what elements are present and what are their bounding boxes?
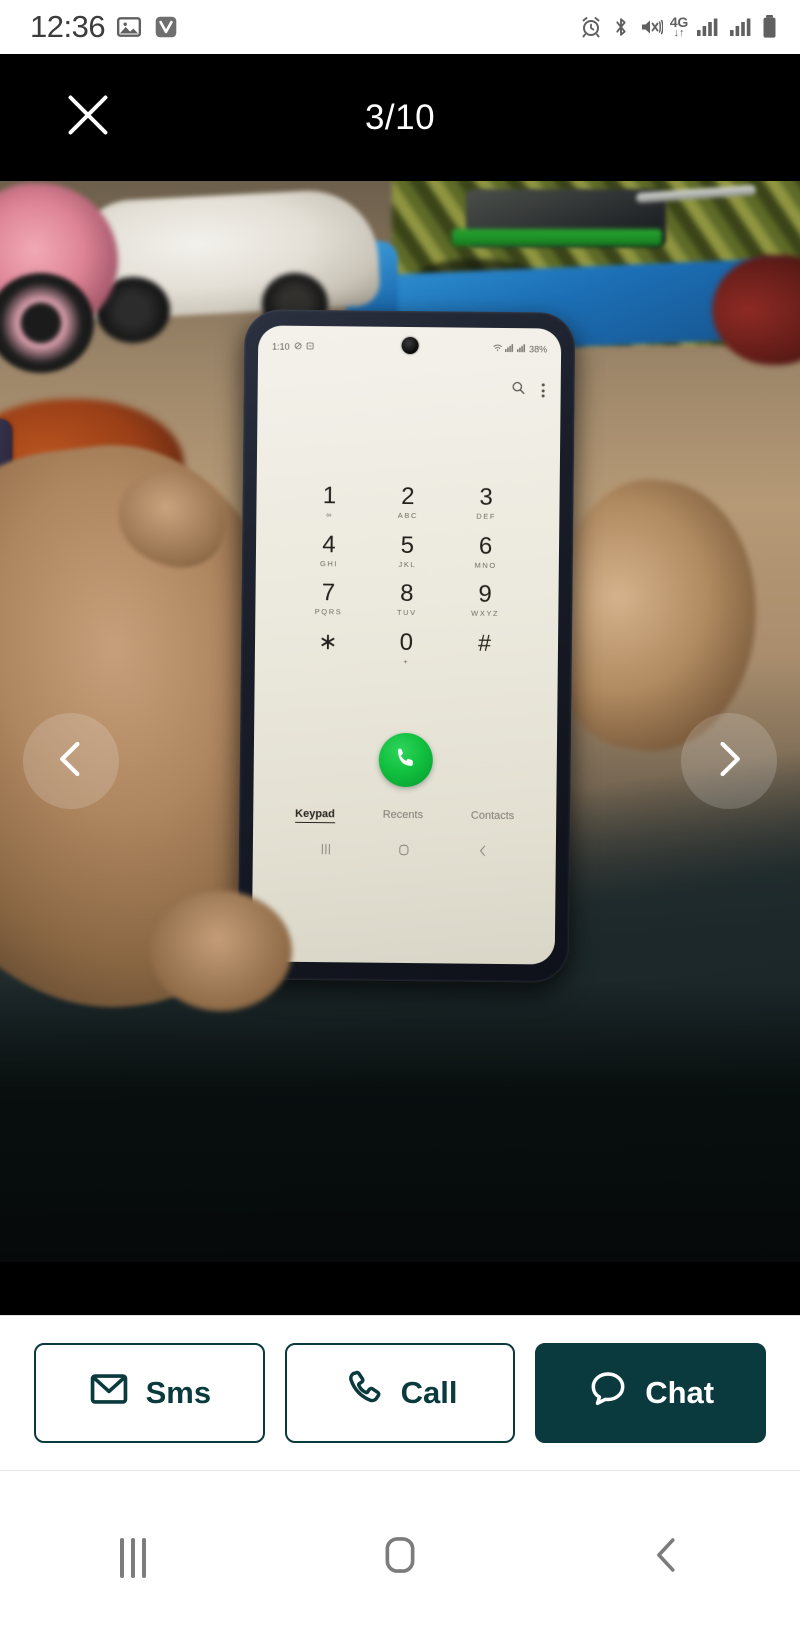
dial-key-4[interactable]: 4 GHI [290, 531, 369, 568]
mute-icon [294, 342, 302, 352]
dial-key-hash[interactable]: # [445, 629, 524, 666]
chevron-left-icon [49, 737, 93, 786]
signal-bars-sim2-icon [728, 15, 754, 39]
image-icon [116, 14, 142, 40]
status-bar-left: 12:36 [30, 9, 179, 45]
dialer-tabs[interactable]: Keypad Recents Contacts [253, 807, 556, 825]
system-recents-button[interactable] [68, 1503, 198, 1613]
dialer-call-button[interactable] [378, 732, 433, 788]
app-root: 12:36 4G ↓↑ 3/10 1:10 38% 1 ∞ 2 ABC 3 DE… [0, 0, 800, 1644]
battery-icon [761, 14, 778, 40]
phone-status-right: 38% [493, 344, 548, 355]
phone-system-nav [253, 841, 556, 861]
search-icon[interactable] [511, 380, 526, 400]
previous-image-button[interactable] [23, 713, 119, 809]
phone-status-bar: 1:10 38% [258, 335, 561, 360]
phone-clock: 1:10 [272, 341, 290, 352]
system-navigation-bar [0, 1470, 800, 1644]
status-bar-right: 4G ↓↑ [579, 14, 778, 40]
dial-key-3[interactable]: 3 DEF [447, 484, 526, 521]
phone-handset-icon [343, 1368, 385, 1418]
listing-photo: 1:10 38% 1 ∞ 2 ABC 3 DEF 4 GHI 5 JKL 6 M… [0, 181, 800, 1262]
dial-key-6[interactable]: 6 MNO [446, 532, 525, 569]
sms-button-label: Sms [145, 1375, 212, 1410]
close-button[interactable] [54, 84, 122, 152]
back-icon [644, 1532, 690, 1583]
speech-bubble-icon [587, 1368, 629, 1418]
overflow-menu-icon[interactable] [541, 383, 545, 398]
phone-status-left: 1:10 [272, 342, 314, 352]
dial-key-0[interactable]: 0 + [367, 628, 446, 665]
phone-battery-percent: 38% [529, 344, 548, 355]
photographed-phone: 1:10 38% 1 ∞ 2 ABC 3 DEF 4 GHI 5 JKL 6 M… [237, 309, 576, 983]
dialer-tab-contacts[interactable]: Contacts [471, 810, 515, 825]
bluetooth-icon [610, 15, 632, 39]
sms-button[interactable]: Sms [34, 1343, 265, 1443]
signal-icon [517, 344, 526, 354]
call-button[interactable]: Call [284, 1343, 516, 1443]
hand-finger-lower [150, 891, 292, 1011]
dial-key-9[interactable]: 9 WXYZ [446, 581, 525, 618]
dialer-tab-recents[interactable]: Recents [383, 809, 423, 824]
dial-key-7[interactable]: 7 PQRS [289, 579, 368, 616]
dial-key-1[interactable]: 1 ∞ [290, 482, 369, 519]
v-app-icon [153, 14, 179, 40]
toy-car-window [140, 203, 260, 243]
envelope-icon [88, 1368, 130, 1418]
dialpad[interactable]: 1 ∞ 2 ABC 3 DEF 4 GHI 5 JKL 6 MNO 7 PQRS 8 TUV 9… [255, 482, 560, 666]
next-image-button[interactable] [681, 713, 777, 809]
screenshot-icon [306, 342, 314, 352]
signal-icon [505, 344, 514, 354]
vibrate-mute-icon [639, 15, 663, 39]
system-home-button[interactable] [335, 1503, 465, 1613]
recents-icon [120, 1537, 147, 1578]
dial-key-5[interactable]: 5 JKL [368, 531, 447, 568]
call-icon [392, 744, 418, 775]
call-button-label: Call [400, 1375, 458, 1410]
green-strip-object [452, 229, 662, 246]
chevron-right-icon [707, 737, 751, 786]
wifi-icon [493, 344, 502, 354]
signal-bars-sim1-icon [695, 15, 721, 39]
system-back-button[interactable] [602, 1503, 732, 1613]
phone-screen: 1:10 38% 1 ∞ 2 ABC 3 DEF 4 GHI 5 JKL 6 M… [251, 325, 562, 965]
close-icon [60, 87, 116, 148]
chat-button[interactable]: Chat [535, 1343, 767, 1443]
dial-key-2[interactable]: 2 ABC [369, 483, 448, 520]
gallery-header: 3/10 [0, 54, 800, 181]
back-icon[interactable] [476, 844, 490, 861]
recents-icon[interactable] [319, 842, 333, 859]
os-status-bar: 12:36 4G ↓↑ [0, 0, 800, 54]
status-clock: 12:36 [30, 9, 106, 44]
dialer-tab-keypad[interactable]: Keypad [295, 807, 335, 824]
mobile-data-icon: 4G ↓↑ [669, 14, 688, 39]
contact-action-bar: Sms Call Chat [0, 1315, 800, 1470]
chat-button-label: Chat [645, 1375, 715, 1410]
home-icon[interactable] [397, 843, 411, 860]
alarm-icon [579, 15, 603, 39]
dialer-toolbar [511, 380, 545, 400]
dial-key-star[interactable]: ∗ [289, 628, 368, 664]
photo-viewer[interactable]: 1:10 38% 1 ∞ 2 ABC 3 DEF 4 GHI 5 JKL 6 M… [0, 181, 800, 1315]
dial-key-8[interactable]: 8 TUV [368, 580, 447, 617]
home-icon [377, 1532, 423, 1583]
